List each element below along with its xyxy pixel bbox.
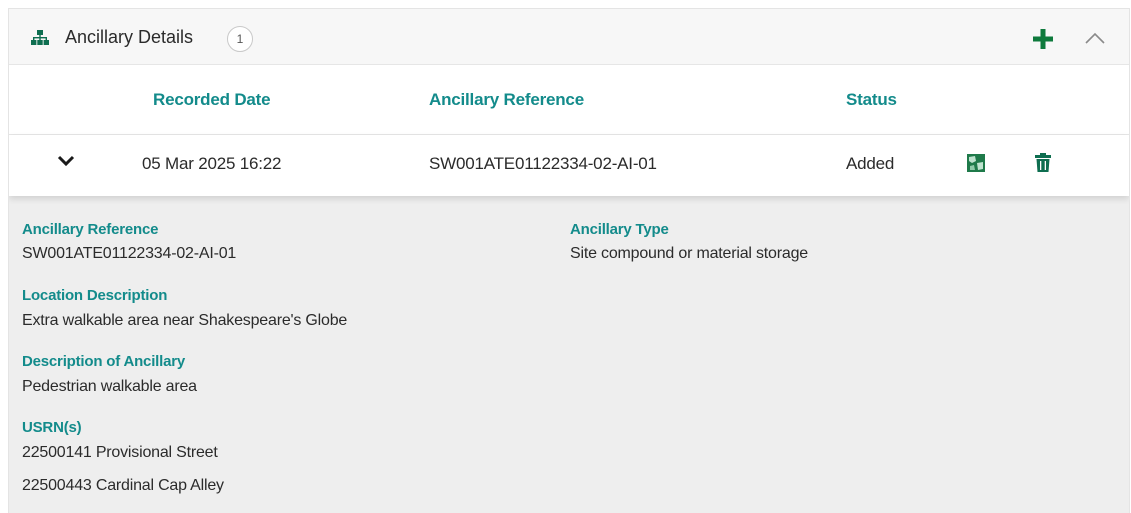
- ancillary-details-panel: Ancillary Details 1 Recorded Date Ancill…: [8, 8, 1130, 513]
- ancillary-reference-value: SW001ATE01122334-02-AI-01: [22, 245, 237, 262]
- panel-header: Ancillary Details 1: [9, 9, 1129, 65]
- ancillary-detail-section: Ancillary Reference SW001ATE01122334-02-…: [9, 196, 1129, 513]
- map-icon[interactable]: [967, 154, 985, 172]
- table-header: Recorded Date Ancillary Reference Status: [9, 65, 1129, 135]
- ancillary-reference-cell: SW001ATE01122334-02-AI-01: [429, 154, 657, 173]
- panel-title: Ancillary Details: [65, 27, 194, 47]
- location-description-label: Location Description: [22, 287, 168, 304]
- ancillary-reference-label: Ancillary Reference: [22, 221, 159, 238]
- chevron-up-icon[interactable]: [1083, 28, 1107, 48]
- usrn-item: 22500141 Provisional Street: [22, 444, 218, 461]
- usrns-label: USRN(s): [22, 419, 82, 436]
- table-row[interactable]: 05 Mar 2025 16:22 SW001ATE01122334-02-AI…: [9, 135, 1129, 196]
- location-description-value: Extra walkable area near Shakespeare's G…: [22, 312, 348, 329]
- hierarchy-icon: [31, 30, 49, 45]
- trash-icon[interactable]: [1035, 153, 1051, 172]
- description-of-ancillary-value: Pedestrian walkable area: [22, 378, 197, 395]
- column-recorded-date: Recorded Date: [153, 90, 271, 109]
- usrn-item: 22500443 Cardinal Cap Alley: [22, 477, 224, 494]
- ancillary-type-label: Ancillary Type: [570, 221, 669, 238]
- ancillary-type-value: Site compound or material storage: [570, 245, 808, 262]
- status-cell: Added: [846, 154, 895, 173]
- recorded-date-cell: 05 Mar 2025 16:22: [142, 154, 282, 173]
- add-ancillary-button[interactable]: [1031, 27, 1055, 51]
- chevron-down-icon[interactable]: [57, 154, 75, 168]
- count-badge: 1: [227, 26, 253, 52]
- column-ancillary-reference: Ancillary Reference: [429, 90, 584, 109]
- description-of-ancillary-label: Description of Ancillary: [22, 353, 186, 370]
- column-status: Status: [846, 90, 897, 109]
